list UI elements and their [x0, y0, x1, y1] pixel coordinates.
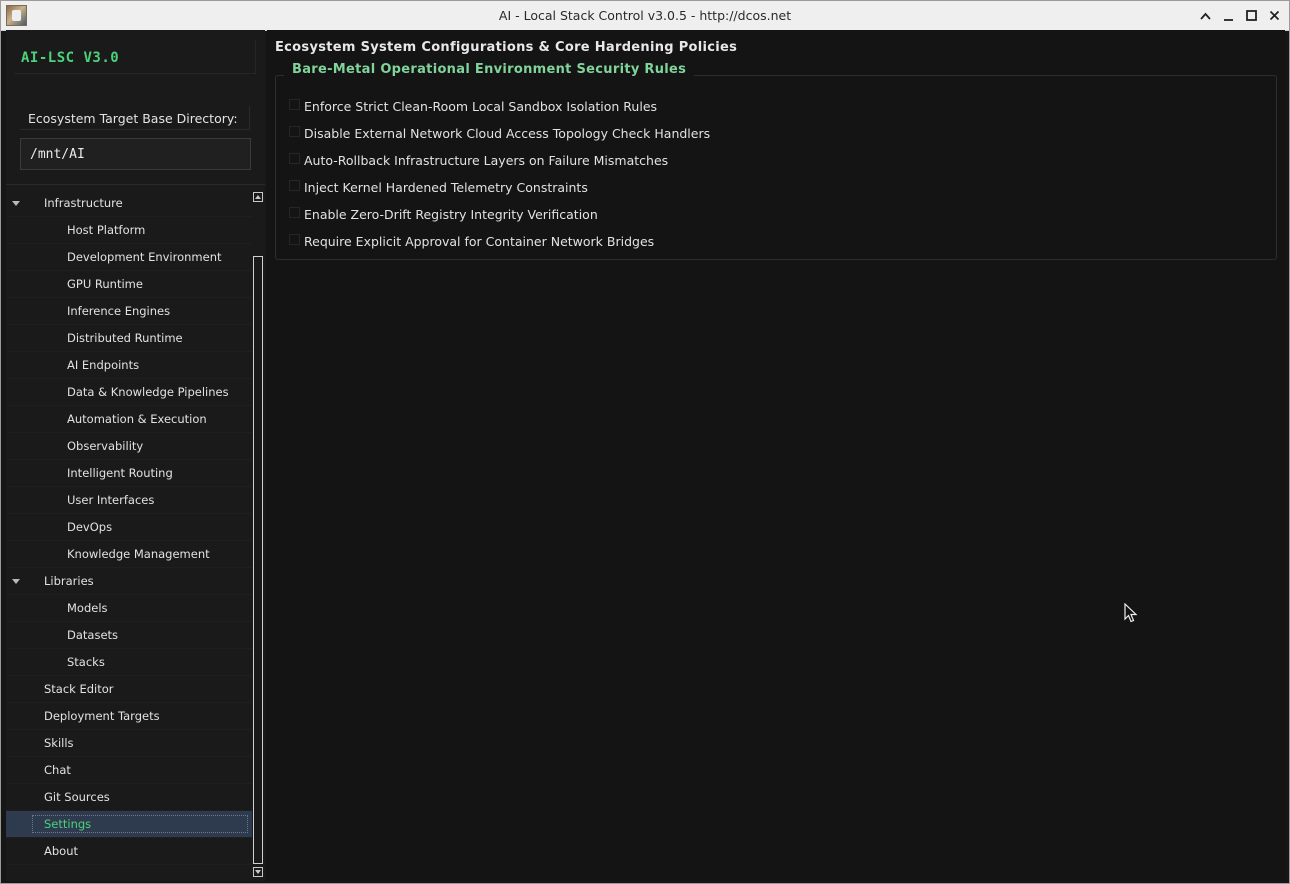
directory-label: Ecosystem Target Base Directory:: [28, 111, 238, 126]
mouse-cursor-icon: [1124, 603, 1138, 623]
tree-item-label: Distributed Runtime: [67, 331, 183, 345]
tree-item-label: Git Sources: [44, 790, 110, 804]
tree-item-label: DevOps: [67, 520, 113, 534]
tree-item-label: Models: [67, 601, 108, 615]
tree-item-label: AI Endpoints: [67, 358, 140, 372]
tree-item-devops[interactable]: DevOps: [6, 514, 252, 541]
minimize-icon[interactable]: [1220, 6, 1237, 25]
rule-row[interactable]: Inject Kernel Hardened Telemetry Constra…: [289, 177, 588, 197]
tree-item-label: Data & Knowledge Pipelines: [67, 385, 229, 399]
sidebar-scrollbar[interactable]: [253, 190, 265, 881]
tree-item-development-environment[interactable]: Development Environment: [6, 244, 252, 271]
tree-item-label: Automation & Execution: [67, 412, 207, 426]
tree-item-inference-engines[interactable]: Inference Engines: [6, 298, 252, 325]
tree-item-user-interfaces[interactable]: User Interfaces: [6, 487, 252, 514]
window-controls: [1197, 6, 1283, 25]
rule-row[interactable]: Enforce Strict Clean-Room Local Sandbox …: [289, 96, 657, 116]
group-title: Bare-Metal Operational Environment Secur…: [284, 62, 695, 77]
tree-item-datasets[interactable]: Datasets: [6, 622, 252, 649]
tree-item-git-sources[interactable]: Git Sources: [6, 784, 252, 811]
brand-title: AI-LSC V3.0: [21, 50, 120, 66]
selection-focus-frame: [32, 815, 248, 833]
tree-item-label: Stack Editor: [44, 682, 114, 696]
scroll-up-button[interactable]: [253, 192, 263, 202]
tree-item-automation-execution[interactable]: Automation & Execution: [6, 406, 252, 433]
tree-item-label: User Interfaces: [67, 493, 155, 507]
tree-item-label: Chat: [44, 763, 71, 777]
tree-item-stacks[interactable]: Stacks: [6, 649, 252, 676]
window-title: AI - Local Stack Control v3.0.5 - http:/…: [498, 8, 792, 23]
tree-item-ai-endpoints[interactable]: AI Endpoints: [6, 352, 252, 379]
rule-row[interactable]: Enable Zero-Drift Registry Integrity Ver…: [289, 204, 598, 224]
tree-item-host-platform[interactable]: Host Platform: [6, 217, 252, 244]
rule-checkbox[interactable]: [289, 98, 300, 110]
rule-label[interactable]: Require Explicit Approval for Container …: [304, 234, 654, 249]
rule-label[interactable]: Inject Kernel Hardened Telemetry Constra…: [304, 180, 588, 195]
scroll-thumb[interactable]: [253, 256, 263, 864]
tree-item-label: Intelligent Routing: [67, 466, 173, 480]
tree-item-observability[interactable]: Observability: [6, 433, 252, 460]
tree-item-label: Datasets: [67, 628, 119, 642]
rule-checkbox[interactable]: [289, 206, 300, 218]
rule-row[interactable]: Disable External Network Cloud Access To…: [289, 123, 710, 143]
tree-item-settings[interactable]: Settings: [6, 811, 252, 838]
tree-group-label: Libraries: [44, 574, 94, 588]
tree-item-knowledge-management[interactable]: Knowledge Management: [6, 541, 252, 568]
scroll-down-button[interactable]: [253, 867, 263, 877]
chevron-up-icon[interactable]: [1197, 6, 1214, 25]
tree-item-intelligent-routing[interactable]: Intelligent Routing: [6, 460, 252, 487]
tree-item-label: About: [44, 844, 79, 858]
title-bar[interactable]: AI - Local Stack Control v3.0.5 - http:/…: [1, 1, 1289, 31]
rule-label[interactable]: Enforce Strict Clean-Room Local Sandbox …: [304, 99, 657, 114]
tree-item-deployment-targets[interactable]: Deployment Targets: [6, 703, 252, 730]
tree-item-label: Skills: [44, 736, 74, 750]
directory-input[interactable]: [20, 138, 251, 170]
tree-item-skills[interactable]: Skills: [6, 730, 252, 757]
navigation-tree: Infrastructure Host Platform Development…: [6, 190, 252, 865]
rule-label[interactable]: Disable External Network Cloud Access To…: [304, 126, 710, 141]
app-window: AI - Local Stack Control v3.0.5 - http:/…: [0, 0, 1290, 884]
tree-item-label: Deployment Targets: [44, 709, 160, 723]
tree-item-label: Observability: [67, 439, 144, 453]
main-panel: Ecosystem System Configurations & Core H…: [267, 30, 1285, 881]
tree-item-chat[interactable]: Chat: [6, 757, 252, 784]
page-title: Ecosystem System Configurations & Core H…: [275, 40, 738, 55]
tree-item-distributed-runtime[interactable]: Distributed Runtime: [6, 325, 252, 352]
expand-arrow-icon[interactable]: [12, 201, 20, 206]
tree-item-about[interactable]: About: [6, 838, 252, 865]
rule-checkbox[interactable]: [289, 233, 300, 245]
tree-item-gpu-runtime[interactable]: GPU Runtime: [6, 271, 252, 298]
tree-group-libraries[interactable]: Libraries: [6, 568, 252, 595]
tree-item-label: Development Environment: [67, 250, 222, 264]
rule-checkbox[interactable]: [289, 152, 300, 164]
rule-row[interactable]: Require Explicit Approval for Container …: [289, 231, 654, 251]
tree-item-models[interactable]: Models: [6, 595, 252, 622]
tree-item-label: Host Platform: [67, 223, 146, 237]
rule-checkbox[interactable]: [289, 125, 300, 137]
rule-label[interactable]: Enable Zero-Drift Registry Integrity Ver…: [304, 207, 598, 222]
rule-row[interactable]: Auto-Rollback Infrastructure Layers on F…: [289, 150, 668, 170]
tree-item-data-knowledge-pipelines[interactable]: Data & Knowledge Pipelines: [6, 379, 252, 406]
tree-item-label: GPU Runtime: [67, 277, 143, 291]
tree-item-label: Stacks: [67, 655, 105, 669]
tree-item-label: Inference Engines: [67, 304, 171, 318]
maximize-icon[interactable]: [1243, 6, 1260, 25]
tree-group-infrastructure[interactable]: Infrastructure: [6, 190, 252, 217]
expand-arrow-icon[interactable]: [12, 579, 20, 584]
rule-checkbox[interactable]: [289, 179, 300, 191]
tree-group-label: Infrastructure: [44, 196, 123, 210]
rule-label[interactable]: Auto-Rollback Infrastructure Layers on F…: [304, 153, 668, 168]
sidebar: AI-LSC V3.0 Ecosystem Target Base Direct…: [6, 30, 265, 881]
tree-item-label: Knowledge Management: [67, 547, 210, 561]
tree-item-stack-editor[interactable]: Stack Editor: [6, 676, 252, 703]
sidebar-divider: [6, 184, 265, 185]
close-icon[interactable]: [1266, 6, 1283, 25]
